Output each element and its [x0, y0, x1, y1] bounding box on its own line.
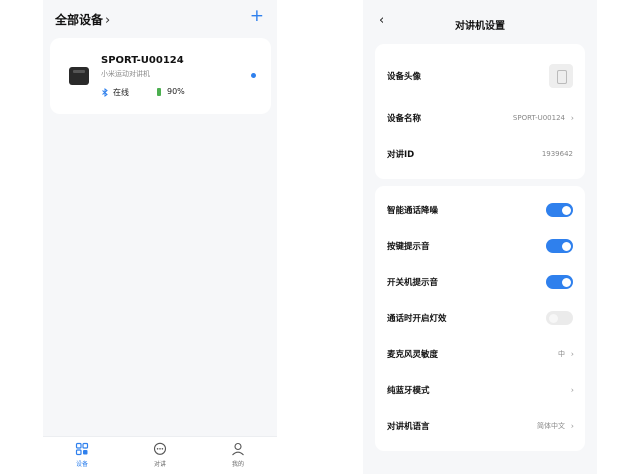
all-devices-title[interactable]: 全部设备 ›	[55, 11, 110, 28]
person-icon	[232, 442, 244, 456]
tab-talk[interactable]: 对讲	[121, 437, 199, 474]
chevron-right-icon: ›	[570, 349, 574, 359]
row-label: 纯蓝牙模式	[387, 386, 430, 396]
device-status-text: 在线	[113, 88, 129, 97]
row-label: 设备头像	[387, 72, 422, 82]
row-label: 按键提示音	[387, 242, 430, 252]
row-value: 中	[558, 350, 565, 358]
device-info-card: 设备头像 设备名称 SPORT-U00124 › 对讲ID 1939642	[375, 44, 585, 179]
row-label: 通话时开启灯效	[387, 314, 447, 324]
noise-reduction-toggle[interactable]	[546, 203, 573, 217]
chevron-right-icon: ›	[105, 13, 111, 28]
row-key-tone: 按键提示音	[375, 228, 585, 264]
chevron-right-icon: ›	[570, 385, 574, 395]
device-image	[69, 67, 89, 85]
tab-talk-label: 对讲	[153, 461, 166, 468]
online-dot	[251, 73, 256, 78]
page-title: 对讲机设置	[455, 21, 505, 32]
tab-devices[interactable]: 设备	[43, 437, 121, 474]
row-label: 对讲ID	[387, 150, 415, 160]
tab-profile-label: 我的	[231, 461, 244, 468]
light-effect-toggle[interactable]	[546, 311, 573, 325]
row-value: SPORT-U00124	[512, 114, 565, 122]
row-label: 设备名称	[387, 114, 422, 124]
settings-card: 智能通话降噪 按键提示音 开关机提示音 通话时开启灯效 麦克风灵敏度 中 › 纯…	[375, 186, 585, 451]
key-tone-toggle[interactable]	[546, 239, 573, 253]
tab-profile[interactable]: 我的	[199, 437, 277, 474]
device-avatar-icon	[549, 64, 573, 88]
devices-header: 全部设备 › +	[43, 0, 277, 40]
row-talk-id: 对讲ID 1939642	[375, 136, 585, 172]
bluetooth-icon	[101, 88, 109, 97]
row-value: 简体中文	[537, 422, 565, 430]
power-tone-toggle[interactable]	[546, 275, 573, 289]
device-battery: 90%	[157, 87, 185, 96]
plus-icon[interactable]: +	[250, 8, 264, 25]
row-value: 1939642	[541, 150, 573, 158]
all-devices-label: 全部设备	[55, 13, 104, 27]
row-bluetooth-only-mode[interactable]: 纯蓝牙模式 ›	[375, 372, 585, 408]
settings-header: ‹ 对讲机设置	[363, 0, 597, 46]
row-device-name[interactable]: 设备名称 SPORT-U00124 ›	[375, 100, 585, 136]
battery-icon	[157, 87, 161, 96]
device-card[interactable]: SPORT-U00124 小米运动对讲机 在线 90%	[50, 38, 271, 114]
tab-devices-label: 设备	[75, 461, 88, 468]
chat-bubble-icon	[153, 442, 167, 455]
row-mic-sensitivity[interactable]: 麦克风灵敏度 中 ›	[375, 336, 585, 372]
row-call-light-effect: 通话时开启灯效	[375, 300, 585, 336]
chevron-right-icon: ›	[570, 113, 574, 123]
grid-icon	[75, 442, 89, 456]
row-label: 对讲机语言	[387, 422, 430, 432]
row-label: 智能通话降噪	[387, 206, 439, 216]
device-status: 在线	[101, 87, 129, 98]
device-name: SPORT-U00124	[101, 55, 184, 66]
row-smart-noise-reduction: 智能通话降噪	[375, 192, 585, 228]
device-model: 小米运动对讲机	[101, 70, 150, 78]
row-device-avatar[interactable]: 设备头像	[375, 58, 585, 94]
bottom-tab-bar: 设备 对讲 我的	[43, 436, 277, 474]
settings-screen: ‹ 对讲机设置 设备头像 设备名称 SPORT-U00124 › 对讲ID 19…	[363, 0, 597, 474]
chevron-right-icon: ›	[570, 421, 574, 431]
row-label: 麦克风灵敏度	[387, 350, 439, 360]
row-language[interactable]: 对讲机语言 简体中文 ›	[375, 408, 585, 444]
device-battery-text: 90%	[167, 87, 185, 96]
devices-screen: 全部设备 › + SPORT-U00124 小米运动对讲机 在线 90% 设备 …	[43, 0, 277, 474]
row-label: 开关机提示音	[387, 278, 439, 288]
row-power-tone: 开关机提示音	[375, 264, 585, 300]
